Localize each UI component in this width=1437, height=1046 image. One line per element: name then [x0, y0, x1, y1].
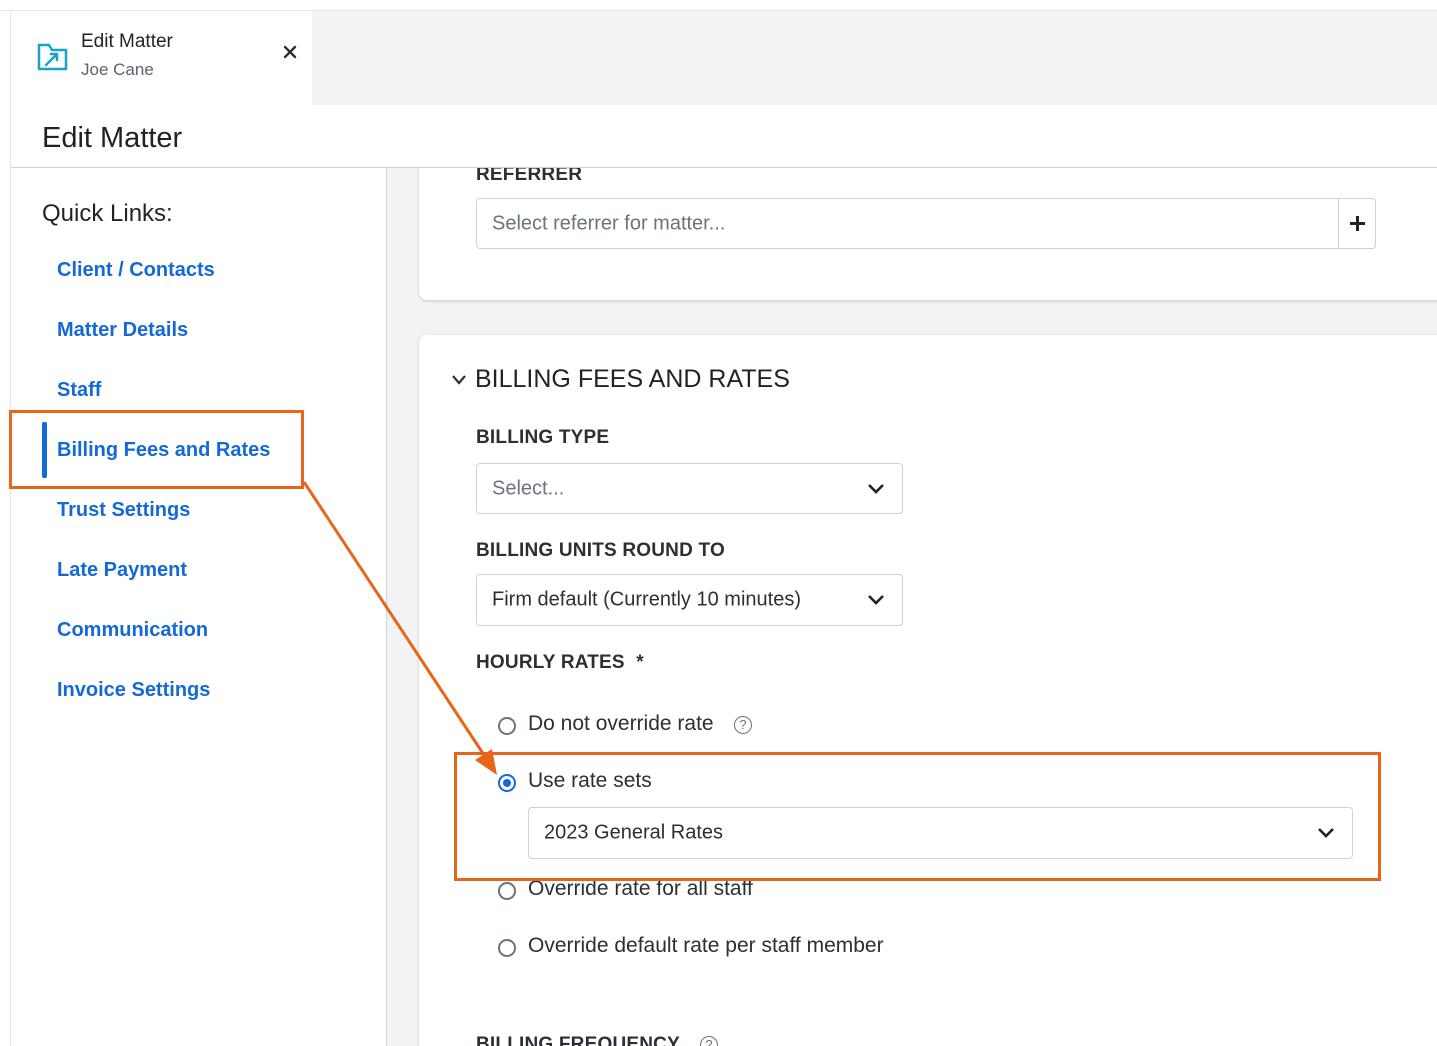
chevron-down-icon — [868, 483, 884, 494]
add-referrer-button[interactable] — [1338, 198, 1376, 249]
hourly-rates-text: HOURLY RATES — [476, 652, 625, 673]
quick-link-matter-details[interactable]: Matter Details — [57, 319, 188, 342]
billing-fees-rates-card: BILLING FEES AND RATES BILLING TYPE Sele… — [419, 335, 1437, 1046]
chevron-down-icon[interactable] — [451, 373, 467, 387]
quick-link-late-payment[interactable]: Late Payment — [57, 559, 187, 582]
radio-label: Override rate for all staff — [528, 877, 753, 900]
main-content[interactable]: REFERRER Select referrer for matter... B… — [387, 168, 1437, 1046]
referrer-card: REFERRER Select referrer for matter... — [419, 168, 1437, 300]
tab-title: Edit Matter — [81, 31, 173, 52]
required-mark: * — [636, 652, 644, 673]
quick-links-sidebar: Quick Links: Client / Contacts Matter De… — [11, 168, 387, 1046]
section-title: BILLING FEES AND RATES — [475, 365, 790, 393]
page-title: Edit Matter — [42, 122, 183, 154]
help-icon[interactable]: ? — [700, 1036, 718, 1046]
chevron-down-icon — [868, 595, 884, 605]
billing-units-value: Firm default (Currently 10 minutes) — [492, 588, 801, 611]
radio-label: Use rate sets — [528, 769, 652, 792]
active-indicator — [42, 422, 47, 478]
rate-set-select[interactable]: 2023 General Rates — [528, 807, 1353, 859]
tab-subtitle: Joe Cane — [81, 60, 154, 79]
billing-frequency-label: BILLING FREQUENCY — [476, 1034, 680, 1046]
radio-button[interactable] — [498, 717, 516, 735]
referrer-label: REFERRER — [476, 168, 583, 185]
tab-strip — [312, 11, 1437, 105]
quick-link-trust-settings[interactable]: Trust Settings — [57, 499, 190, 522]
rate-set-value: 2023 General Rates — [544, 821, 724, 844]
radio-label: Override default rate per staff member — [528, 934, 884, 957]
billing-type-label: BILLING TYPE — [476, 427, 610, 448]
plus-icon — [1350, 216, 1365, 231]
referrer-select[interactable]: Select referrer for matter... — [476, 198, 1376, 249]
radio-button-selected[interactable] — [498, 774, 516, 792]
quick-link-invoice-settings[interactable]: Invoice Settings — [57, 679, 210, 702]
close-icon[interactable] — [279, 41, 301, 63]
billing-type-select[interactable]: Select... — [476, 463, 903, 514]
referrer-placeholder: Select referrer for matter... — [492, 212, 726, 234]
billing-type-placeholder: Select... — [492, 477, 565, 499]
quick-link-billing-fees-rates[interactable]: Billing Fees and Rates — [57, 439, 270, 462]
quick-links-heading: Quick Links: — [42, 200, 173, 227]
radio-button[interactable] — [498, 882, 516, 900]
quick-link-client-contacts[interactable]: Client / Contacts — [57, 259, 215, 282]
quick-link-communication[interactable]: Communication — [57, 619, 208, 642]
billing-units-select[interactable]: Firm default (Currently 10 minutes) — [476, 574, 903, 626]
hourly-rates-label: HOURLY RATES * — [476, 652, 644, 674]
chevron-down-icon — [1318, 828, 1334, 838]
folder-link-icon — [37, 43, 68, 71]
billing-frequency-text: BILLING FREQUENCY — [476, 1034, 680, 1046]
quick-link-staff[interactable]: Staff — [57, 379, 101, 402]
window-top-border — [0, 0, 1437, 11]
edit-matter-tab[interactable]: Edit Matter Joe Cane — [11, 11, 312, 105]
billing-units-label: BILLING UNITS ROUND TO — [476, 540, 725, 561]
help-icon[interactable]: ? — [734, 716, 752, 734]
radio-button[interactable] — [498, 939, 516, 957]
radio-label: Do not override rate — [528, 712, 714, 735]
